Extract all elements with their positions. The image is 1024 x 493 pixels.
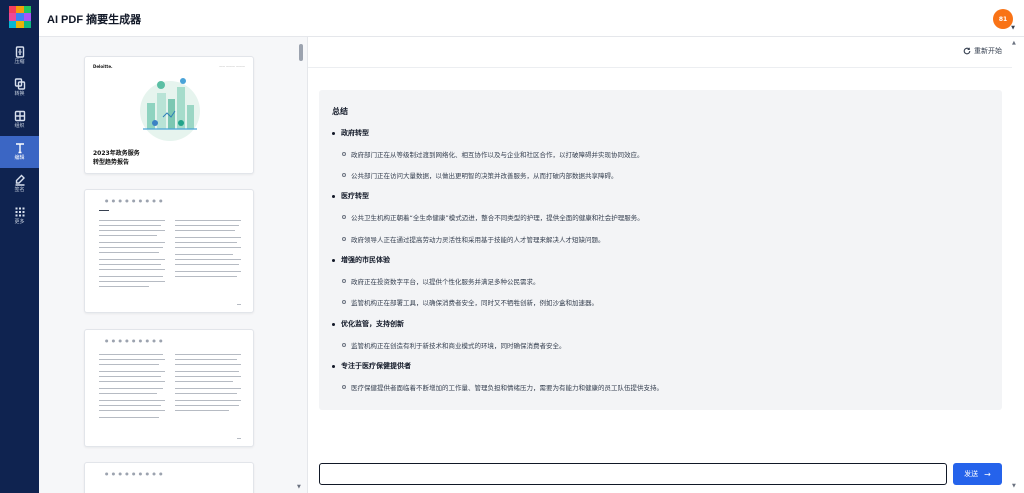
chat-input-field[interactable] bbox=[319, 463, 947, 487]
cover-illustration-icon bbox=[140, 78, 200, 141]
refresh-icon bbox=[963, 47, 971, 55]
bullet-icon bbox=[332, 131, 335, 135]
bullet-icon bbox=[332, 194, 335, 198]
sign-icon bbox=[15, 174, 25, 186]
sidebar-item-label: 压缩 bbox=[14, 59, 25, 65]
circle-bullet-icon bbox=[342, 300, 346, 304]
circle-bullet-icon bbox=[342, 152, 346, 156]
chevron-down-icon[interactable]: ▼ bbox=[1011, 25, 1015, 31]
list-item-text: 公共卫生机构正朝着“全生命健康”模式迈进，整合不同类型的护理，提供全面的健康和社… bbox=[351, 214, 644, 222]
chat-panel: 重新开始 总结 政府转型 政府部门正在从等级制过渡到网络化、相互协作以及与企业和… bbox=[308, 37, 1012, 493]
send-label: 发送 bbox=[964, 470, 979, 478]
page-thumbnail-4[interactable]: ● ● ● ● ● ● ● ● ● bbox=[84, 462, 254, 493]
chat-input[interactable] bbox=[320, 466, 946, 487]
list-item: 医疗保健提供者面临着不断增加的工作量、管理负担和情绪压力，需要为有能力和健康的员… bbox=[342, 382, 663, 392]
sidebar-item-organize[interactable]: 组织 bbox=[0, 104, 39, 136]
cover-title: 2023年政务服务 转型趋势报告 bbox=[93, 149, 140, 167]
restart-button[interactable]: 重新开始 bbox=[963, 46, 1002, 56]
sidebar-item-label: 更多 bbox=[14, 219, 25, 225]
section-heading: 医疗转型 bbox=[332, 191, 369, 201]
scroll-down-icon[interactable]: ▼ bbox=[297, 484, 301, 490]
page-number bbox=[237, 438, 241, 440]
arrow-right-icon: → bbox=[984, 469, 991, 479]
section-heading-text: 医疗转型 bbox=[341, 192, 369, 200]
bullet-icon bbox=[332, 322, 335, 326]
list-item-text: 公共部门正在访问大量数据，以做出更明智的决策并改善服务，从而打破内部数据共享障碍… bbox=[351, 172, 618, 180]
page-thumbnail-3[interactable]: ● ● ● ● ● ● ● ● ● bbox=[84, 329, 254, 447]
page-header-dots: ● ● ● ● ● ● ● ● ● bbox=[105, 338, 164, 343]
sidebar-item-label: 转换 bbox=[14, 91, 25, 97]
cover-title-line: 转型趋势报告 bbox=[93, 159, 130, 166]
thumbnail-scroll-thumb[interactable] bbox=[299, 44, 303, 61]
list-item: 公共部门正在访问大量数据，以做出更明智的决策并改善服务，从而打破内部数据共享障碍… bbox=[342, 170, 618, 180]
list-item-text: 监管机构正在创造有利于新技术和商业模式的环境，同时确保消费者安全。 bbox=[351, 342, 566, 350]
restart-label: 重新开始 bbox=[974, 47, 1002, 55]
document-brand: Deloitte. bbox=[93, 64, 113, 69]
circle-bullet-icon bbox=[342, 343, 346, 347]
circle-bullet-icon bbox=[342, 237, 346, 241]
organize-icon bbox=[14, 110, 25, 122]
sidebar-nav: 压缩 转换 组织 编辑 签名 更多 bbox=[0, 40, 39, 232]
sidebar-item-more[interactable]: 更多 bbox=[0, 200, 39, 232]
summary-title: 总结 bbox=[332, 107, 348, 116]
document-header-text: —— ——— ——— bbox=[219, 64, 245, 68]
section-heading: 专注于医疗保健提供者 bbox=[332, 361, 411, 371]
section-heading: 政府转型 bbox=[332, 128, 369, 138]
page-thumbnail-2[interactable]: ● ● ● ● ● ● ● ● ● bbox=[84, 189, 254, 313]
app-title: AI PDF 摘要生成器 bbox=[47, 14, 142, 26]
list-item: 政府领导人正在通过提高劳动力灵活性和采用基于技能的人才管理来解决人才短缺问题。 bbox=[342, 234, 605, 244]
bullet-icon bbox=[332, 258, 335, 262]
section-heading-text: 政府转型 bbox=[341, 129, 369, 137]
chat-scroll-up-icon[interactable]: ▲ bbox=[1012, 40, 1016, 46]
document-thumbnail-panel: Deloitte. —— ——— ——— 2023年政务服务 转型趋势报告 ● … bbox=[39, 37, 307, 493]
section-heading-text: 增强的市民体验 bbox=[341, 256, 390, 264]
list-item-text: 政府正在投资数字平台，以提供个性化服务并满足多种公民需求。 bbox=[351, 278, 540, 286]
cover-title-line: 2023年政务服务 bbox=[93, 150, 140, 157]
section-heading-text: 专注于医疗保健提供者 bbox=[341, 362, 411, 370]
list-item-text: 医疗保健提供者面临着不断增加的工作量、管理负担和情绪压力，需要为有能力和健康的员… bbox=[351, 384, 663, 392]
list-item-text: 政府部门正在从等级制过渡到网络化、相互协作以及与企业和社区合作，以打破障碍并实现… bbox=[351, 151, 644, 159]
list-item: 监管机构正在创造有利于新技术和商业模式的环境，同时确保消费者安全。 bbox=[342, 340, 566, 350]
list-item: 公共卫生机构正朝着“全生命健康”模式迈进，整合不同类型的护理，提供全面的健康和社… bbox=[342, 212, 644, 222]
page-header-dots: ● ● ● ● ● ● ● ● ● bbox=[105, 198, 164, 203]
sidebar-item-label: 组织 bbox=[14, 123, 25, 129]
sidebar-item-label: 签名 bbox=[14, 187, 25, 193]
chat-header: 重新开始 bbox=[308, 37, 1012, 68]
section-heading-text: 优化监管，支持创新 bbox=[341, 320, 404, 328]
text-edit-icon bbox=[15, 143, 24, 154]
sidebar: 压缩 转换 组织 编辑 签名 更多 bbox=[0, 0, 39, 493]
list-item: 政府部门正在从等级制过渡到网络化、相互协作以及与企业和社区合作，以打破障碍并实现… bbox=[342, 149, 644, 159]
page-number bbox=[237, 304, 241, 306]
chat-scroll-down-icon[interactable]: ▼ bbox=[1012, 483, 1016, 489]
convert-icon bbox=[14, 78, 25, 90]
top-bar: AI PDF 摘要生成器 81 ▼ bbox=[39, 0, 1024, 37]
page-header-dots: ● ● ● ● ● ● ● ● ● bbox=[105, 471, 164, 476]
thumbnail-scrollbar[interactable] bbox=[297, 40, 303, 493]
sidebar-item-sign[interactable]: 签名 bbox=[0, 168, 39, 200]
list-item-text: 政府领导人正在通过提高劳动力灵活性和采用基于技能的人才管理来解决人才短缺问题。 bbox=[351, 236, 605, 244]
circle-bullet-icon bbox=[342, 279, 346, 283]
list-item: 监管机构正在部署工具，以确保消费者安全，同时又不牺牲创新，例如沙盒和加速器。 bbox=[342, 297, 598, 307]
sidebar-item-edit[interactable]: 编辑 bbox=[0, 136, 39, 168]
sidebar-item-compress[interactable]: 压缩 bbox=[0, 40, 39, 72]
circle-bullet-icon bbox=[342, 173, 346, 177]
list-item: 政府正在投资数字平台，以提供个性化服务并满足多种公民需求。 bbox=[342, 276, 540, 286]
sidebar-item-convert[interactable]: 转换 bbox=[0, 72, 39, 104]
sidebar-item-label: 编辑 bbox=[14, 155, 25, 161]
section-heading: 增强的市民体验 bbox=[332, 255, 390, 265]
bullet-icon bbox=[332, 364, 335, 368]
app-logo-icon[interactable] bbox=[9, 6, 31, 28]
send-button[interactable]: 发送 → bbox=[953, 463, 1002, 485]
section-heading: 优化监管，支持创新 bbox=[332, 319, 404, 329]
circle-bullet-icon bbox=[342, 215, 346, 219]
summary-card: 总结 政府转型 政府部门正在从等级制过渡到网络化、相互协作以及与企业和社区合作，… bbox=[319, 90, 1002, 410]
avatar[interactable]: 81 bbox=[993, 9, 1013, 29]
compress-icon bbox=[15, 46, 24, 58]
page-thumbnail-1[interactable]: Deloitte. —— ——— ——— 2023年政务服务 转型趋势报告 bbox=[84, 56, 254, 174]
grid-icon bbox=[15, 207, 24, 217]
circle-bullet-icon bbox=[342, 385, 346, 389]
list-item-text: 监管机构正在部署工具，以确保消费者安全，同时又不牺牲创新，例如沙盒和加速器。 bbox=[351, 299, 598, 307]
